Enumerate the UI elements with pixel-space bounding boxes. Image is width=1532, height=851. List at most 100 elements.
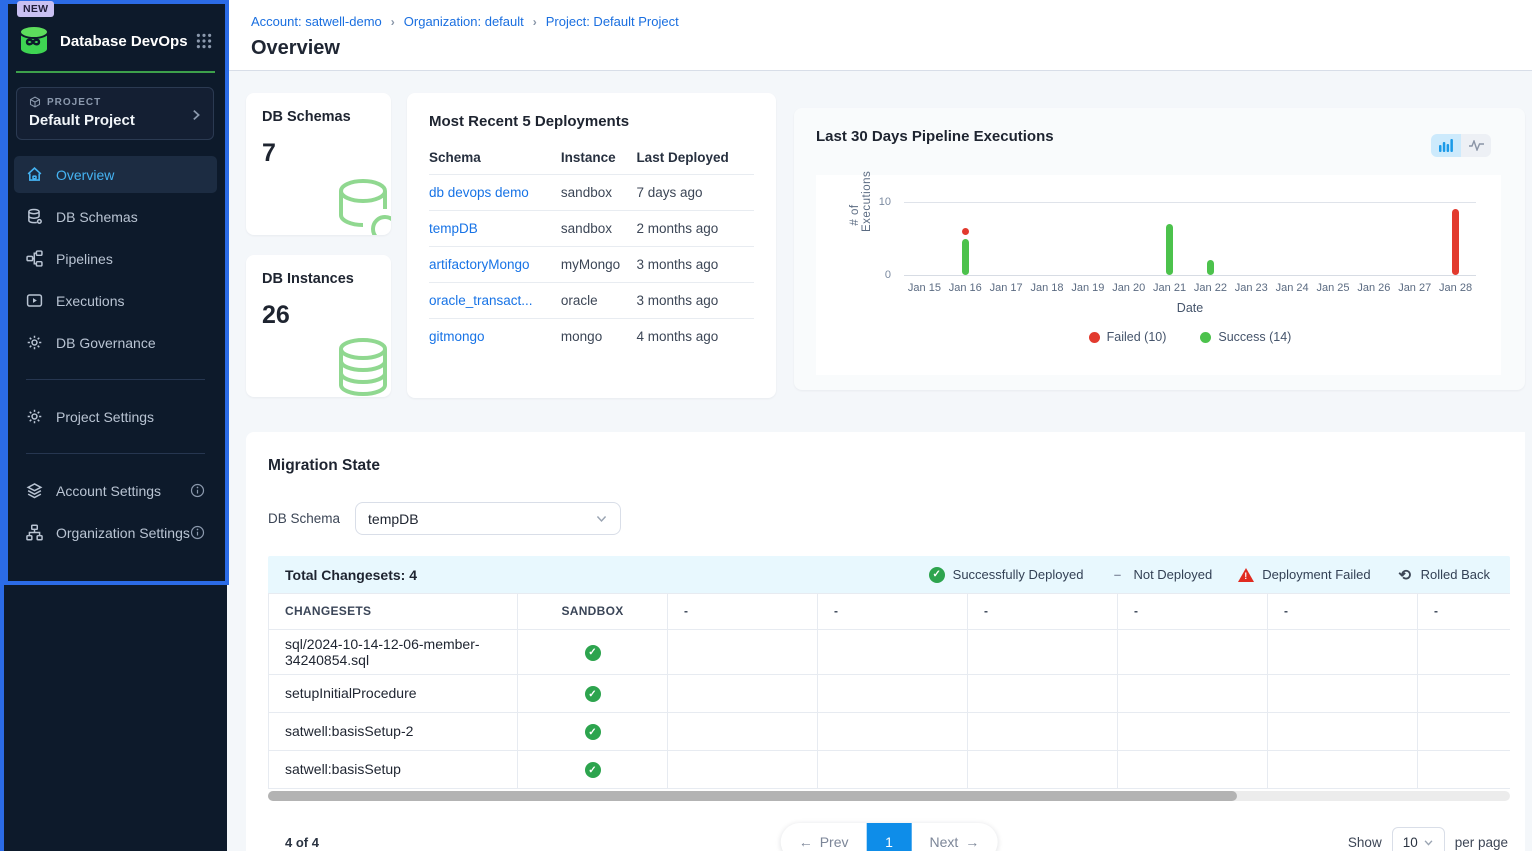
apps-grid-icon[interactable] [195, 32, 213, 50]
sidebar-item-db-governance[interactable]: DB Governance [14, 324, 217, 361]
schema-link[interactable]: gitmongo [429, 329, 485, 344]
schema-link[interactable]: artifactoryMongo [429, 257, 530, 272]
schema-link[interactable]: oracle_transact... [429, 293, 533, 308]
y-tick-label: 10 [821, 196, 891, 208]
db-schemas-card: DB Schemas 7 [246, 93, 391, 235]
warning-triangle-icon [1238, 567, 1254, 583]
sidebar-item-label: Executions [56, 293, 205, 309]
info-icon[interactable] [190, 525, 205, 540]
scrollbar-thumb[interactable] [268, 791, 1237, 801]
success-bar[interactable] [1166, 224, 1173, 275]
x-tick-label: Jan 20 [1108, 282, 1149, 294]
line-chart-icon[interactable] [1461, 134, 1491, 157]
empty-status-cell [1118, 629, 1268, 674]
x-tick-label: Jan 17 [986, 282, 1027, 294]
migration-title: Migration State [268, 457, 1525, 475]
pagination-summary: 4 of 4 [285, 835, 319, 850]
breadcrumb-link[interactable]: Project: Default Project [546, 14, 679, 29]
sidebar: NEW Database DevOps PROJECT Defau [0, 0, 227, 851]
status-legend-label: Successfully Deployed [953, 567, 1084, 582]
sidebar-item-organization-settings[interactable]: Organization Settings [14, 514, 217, 551]
changesets-section: Total Changesets: 4 ✓Successfully Deploy… [268, 556, 1510, 851]
pagination-row: 4 of 4 ← Prev 1 Next → [268, 827, 1510, 851]
prev-page-button[interactable]: ← Prev [781, 823, 867, 851]
migration-state-panel: Migration State DB Schema tempDB Total C… [246, 432, 1525, 851]
arrow-right-icon: → [965, 834, 979, 850]
empty-status-cell [1118, 674, 1268, 712]
project-name: Default Project [29, 112, 203, 129]
arrow-left-icon: ← [799, 834, 813, 850]
next-page-button[interactable]: Next → [912, 823, 998, 851]
failed-bar[interactable] [1452, 209, 1459, 275]
changesets-column-header: - [818, 594, 968, 629]
sidebar-item-label: Project Settings [56, 409, 205, 425]
x-tick-label: Jan 28 [1435, 282, 1476, 294]
success-bar[interactable] [962, 239, 969, 276]
sidebar-item-label: DB Schemas [56, 209, 205, 225]
sidebar-item-label: Organization Settings [56, 525, 190, 541]
sandbox-status-cell: ✓ [518, 629, 668, 674]
sidebar-item-db-schemas[interactable]: DB Schemas [14, 198, 217, 235]
empty-status-cell [668, 750, 818, 788]
breadcrumb-link[interactable]: Account: satwell-demo [251, 14, 382, 29]
changesets-column-header: - [1118, 594, 1268, 629]
changesets-column-header: - [968, 594, 1118, 629]
failed-bar[interactable] [962, 228, 969, 235]
check-circle-icon: ✓ [585, 724, 601, 740]
pagination-pill: ← Prev 1 Next → [781, 823, 998, 851]
chart-plot-area: # of Executions Date Failed (10)Success … [816, 175, 1501, 375]
gear-icon [26, 334, 43, 351]
last-deployed-cell: 3 months ago [636, 283, 754, 319]
page-number-button[interactable]: 1 [867, 823, 912, 851]
sidebar-item-project-settings[interactable]: Project Settings [14, 398, 217, 435]
instance-cell: sandbox [561, 175, 637, 211]
empty-status-cell [818, 629, 968, 674]
success-bar[interactable] [1207, 260, 1214, 275]
status-legend-item: ✓Successfully Deployed [929, 567, 1084, 583]
schema-link[interactable]: tempDB [429, 221, 478, 236]
x-tick-label: Jan 21 [1149, 282, 1190, 294]
show-label: Show [1348, 835, 1382, 850]
app-title: Database DevOps [60, 33, 195, 50]
info-icon[interactable] [190, 483, 205, 498]
changeset-name-cell: sql/2024-10-14-12-06-member-34240854.sql [269, 629, 518, 674]
content: DB Schemas 7 DB Instances 26 [227, 71, 1532, 851]
changeset-row: satwell:basisSetup-2✓ [269, 712, 1511, 750]
x-tick-label: Jan 16 [945, 282, 986, 294]
deployments-column-header: Instance [561, 140, 637, 175]
db-schema-select[interactable]: tempDB [355, 502, 621, 535]
gear-icon [26, 408, 43, 425]
horizontal-scrollbar [268, 791, 1510, 801]
bar-chart-icon[interactable] [1431, 134, 1461, 157]
sidebar-item-overview[interactable]: Overview [14, 156, 217, 193]
nav-divider [26, 379, 205, 380]
changesets-column-header: - [1268, 594, 1418, 629]
project-selector[interactable]: PROJECT Default Project [16, 87, 214, 140]
schema-link[interactable]: db devops demo [429, 185, 529, 200]
deployments-column-header: Last Deployed [636, 140, 754, 175]
empty-status-cell [818, 712, 968, 750]
status-legend-label: Deployment Failed [1262, 567, 1370, 582]
sidebar-item-account-settings[interactable]: Account Settings [14, 472, 217, 509]
chevron-down-icon [595, 512, 608, 525]
x-axis-title: Date [904, 301, 1476, 315]
sidebar-item-pipelines[interactable]: Pipelines [14, 240, 217, 277]
chart-legend-item: Success (14) [1200, 330, 1291, 344]
page-size-controls: Show 10 per page [1348, 827, 1510, 851]
deployments-column-header: Schema [429, 140, 561, 175]
changesets-column-header: - [1418, 594, 1511, 629]
empty-status-cell [968, 750, 1118, 788]
chart-gridline [904, 275, 1476, 276]
changesets-table: CHANGESETSSANDBOX------ sql/2024-10-14-1… [268, 594, 1510, 789]
empty-status-cell [1118, 712, 1268, 750]
breadcrumb-link[interactable]: Organization: default [404, 14, 524, 29]
deployments-title: Most Recent 5 Deployments [429, 113, 754, 130]
sidebar-item-executions[interactable]: Executions [14, 282, 217, 319]
x-tick-label: Jan 25 [1313, 282, 1354, 294]
page-size-select[interactable]: 10 [1392, 827, 1445, 851]
chart-type-toggle [1431, 134, 1491, 157]
sidebar-item-label: Account Settings [56, 483, 190, 499]
changesets-header-bar: Total Changesets: 4 ✓Successfully Deploy… [268, 556, 1510, 593]
total-changesets: Total Changesets: 4 [285, 567, 417, 583]
breadcrumb-separator: › [391, 15, 395, 29]
